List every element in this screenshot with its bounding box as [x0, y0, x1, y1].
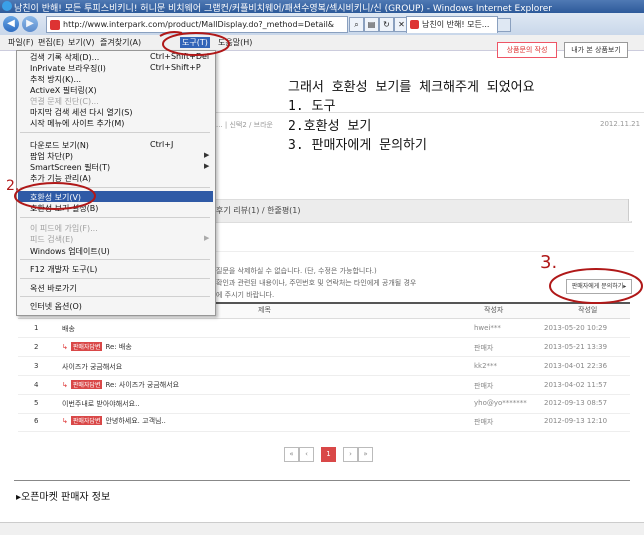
- mark-step-3: 3.: [540, 252, 557, 273]
- mark-step-2: 2.: [6, 178, 19, 194]
- annotation-overlay: 2. 3.: [6, 31, 643, 304]
- circle-ask-seller: [549, 268, 643, 304]
- circle-tools-menu: [162, 32, 230, 56]
- circle-compat-view: [14, 182, 96, 210]
